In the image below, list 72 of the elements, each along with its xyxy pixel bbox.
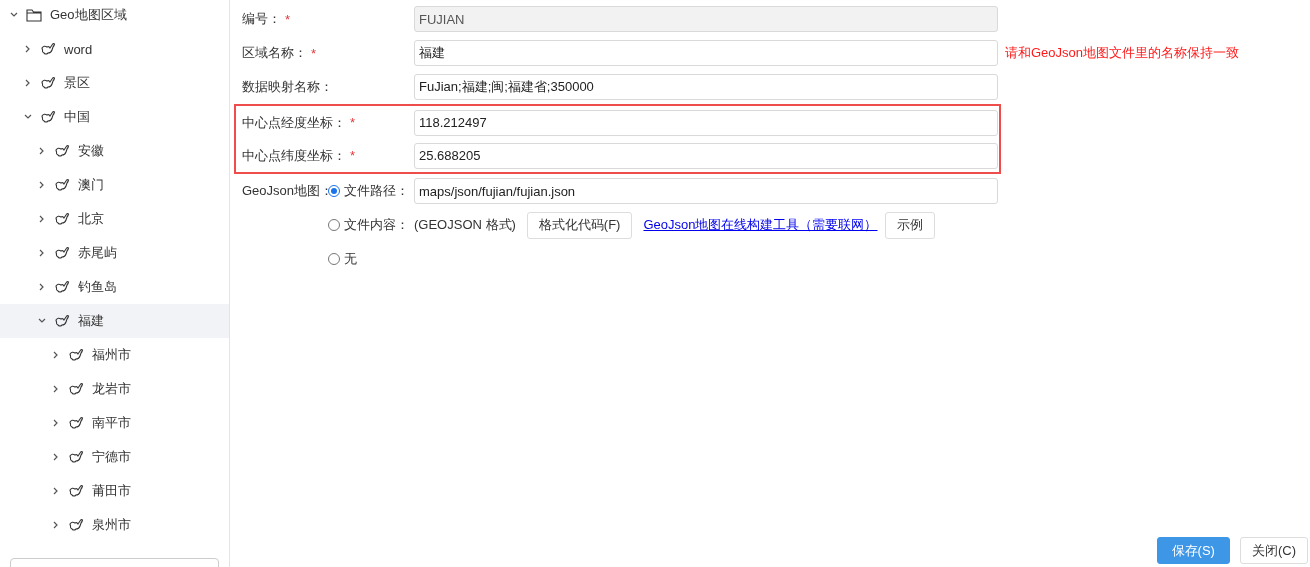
map-icon [54, 212, 70, 226]
chevron-right-icon [52, 351, 60, 359]
required-mark: * [350, 115, 356, 130]
chevron-right-icon [38, 249, 46, 257]
tree-item[interactable]: 福州市 [0, 338, 229, 372]
input-field[interactable]: FuJian;福建;闽;福建省;350000 [414, 74, 998, 100]
example-button[interactable]: 示例 [884, 211, 935, 239]
map-icon [68, 416, 84, 430]
tree-item[interactable]: 赤尾屿 [0, 236, 229, 270]
chevron-right-icon [52, 453, 60, 461]
hint-text: 请和GeoJson地图文件里的名称保持一致 [1005, 44, 1240, 62]
chevron-right-icon [38, 215, 46, 223]
map-icon [40, 76, 56, 90]
format-note: (GEOJSON 格式) [414, 216, 516, 234]
chevron-down-icon [38, 317, 46, 325]
chevron-down-icon [24, 113, 32, 121]
tree-item[interactable]: 中国 [0, 100, 229, 134]
chevron-right-icon [52, 487, 60, 495]
tree-item[interactable]: Geo地图区域 [0, 0, 229, 32]
chevron-down-icon [10, 11, 18, 19]
map-icon [54, 280, 70, 294]
map-icon [68, 518, 84, 532]
chevron-right-icon [38, 283, 46, 291]
chevron-right-icon [38, 147, 46, 155]
radio-label[interactable]: 文件内容： [344, 216, 414, 234]
map-icon [68, 484, 84, 498]
required-mark: * [350, 148, 356, 163]
map-icon [54, 144, 70, 158]
input-field[interactable]: 福建 [414, 40, 998, 66]
chevron-right-icon [52, 385, 60, 393]
chevron-right-icon [24, 79, 32, 87]
radio-label[interactable]: 文件路径： [344, 182, 414, 200]
chevron-right-icon [24, 45, 32, 53]
required-mark: * [285, 11, 291, 27]
field-label: GeoJson地图： [242, 182, 328, 200]
map-icon [54, 178, 70, 192]
tool-link[interactable]: GeoJson地图在线构建工具（需要联网） [643, 216, 878, 234]
radio-label[interactable]: 无 [344, 250, 357, 268]
map-icon [54, 246, 70, 260]
chevron-right-icon [52, 521, 60, 529]
field-label: 编号： [242, 10, 281, 28]
tree-item[interactable]: 澳门 [0, 168, 229, 202]
tree-item[interactable]: word [0, 32, 229, 66]
map-icon [40, 42, 56, 56]
close-button[interactable]: 关闭(C) [1239, 537, 1308, 564]
tree-item[interactable]: 莆田市 [0, 474, 229, 508]
map-icon [68, 382, 84, 396]
input-field[interactable]: maps/json/fujian/fujian.json [414, 178, 998, 204]
field-label: 数据映射名称： [242, 78, 333, 96]
field-label: 中心点经度坐标： [242, 113, 346, 132]
tree-item[interactable]: 福建 [0, 304, 229, 338]
field-label: 区域名称： [242, 44, 307, 62]
input-field[interactable]: 118.212497 [414, 109, 998, 136]
tree-item[interactable]: 泉州市 [0, 508, 229, 542]
tree-item[interactable]: 钓鱼岛 [0, 270, 229, 304]
chevron-right-icon [52, 419, 60, 427]
folder-icon [26, 8, 42, 22]
field-label: 中心点纬度坐标： [242, 146, 346, 165]
tree-item[interactable]: 北京 [0, 202, 229, 236]
map-icon [68, 348, 84, 362]
chevron-right-icon [38, 181, 46, 189]
tree-item[interactable]: 景区 [0, 66, 229, 100]
tree-item[interactable]: 龙岩市 [0, 372, 229, 406]
map-icon [54, 314, 70, 328]
required-mark: * [311, 45, 317, 61]
format-button[interactable]: 格式化代码(F) [526, 211, 633, 239]
map-icon [40, 110, 56, 124]
map-icon [68, 450, 84, 464]
tree-item[interactable]: 南平市 [0, 406, 229, 440]
tree-item[interactable]: 宁德市 [0, 440, 229, 474]
input-field[interactable]: 25.688205 [414, 142, 998, 169]
tree-item[interactable]: 安徽 [0, 134, 229, 168]
